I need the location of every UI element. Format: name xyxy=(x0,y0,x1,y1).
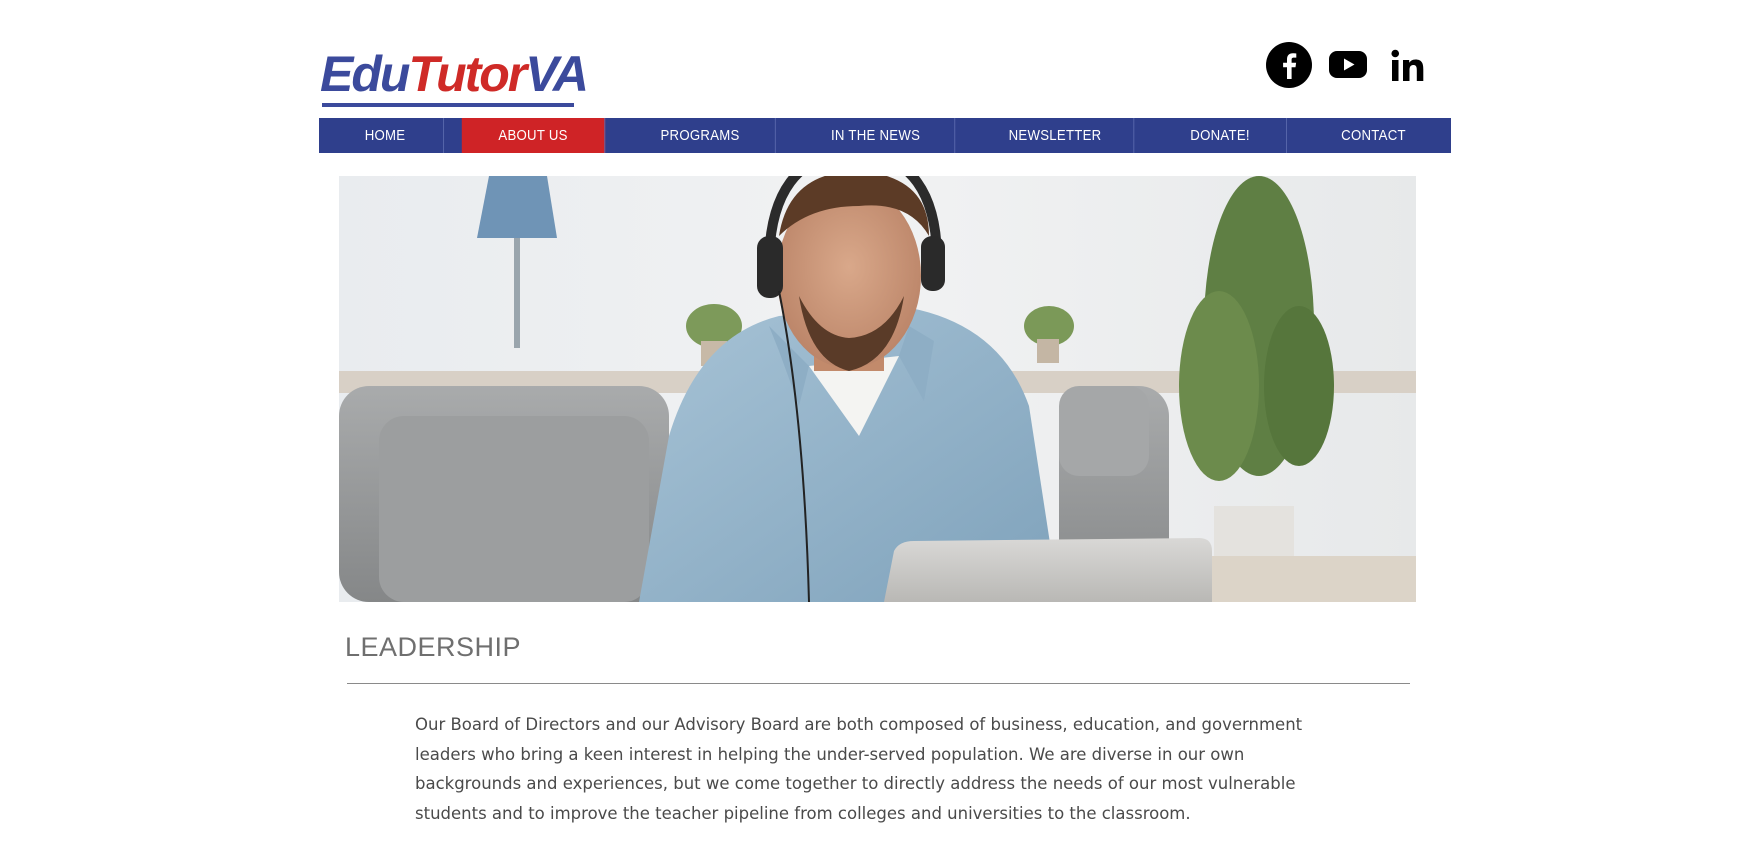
nav-item-in-the-news[interactable]: IN THE NEWS xyxy=(797,118,956,153)
nav-item-label: ABOUT US xyxy=(498,127,568,144)
page: EduTutorVA HOME ABOUT US PROGRAMS IN THE… xyxy=(0,0,1751,846)
logo-va: VA xyxy=(525,46,589,102)
youtube-icon[interactable] xyxy=(1328,46,1368,92)
section-divider xyxy=(347,683,1410,684)
description-line: backgrounds and experiences, but we come… xyxy=(415,774,1296,793)
nav-item-programs[interactable]: PROGRAMS xyxy=(625,118,776,153)
nav-item-label: PROGRAMS xyxy=(660,127,740,144)
nav-item-label: HOME xyxy=(364,127,406,144)
description-line: Our Board of Directors and our Advisory … xyxy=(415,715,1303,734)
nav-item-newsletter[interactable]: NEWSLETTER xyxy=(977,118,1135,153)
nav-item-label: CONTACT xyxy=(1341,127,1406,144)
hero-image xyxy=(339,176,1416,602)
section-heading: LEADERSHIP xyxy=(345,632,522,662)
logo-edu: Edu xyxy=(320,46,410,102)
description-line: students and to improve the teacher pipe… xyxy=(415,803,1191,823)
logo-text: EduTutorVA xyxy=(320,44,589,104)
main-nav: HOME ABOUT US PROGRAMS IN THE NEWS NEWSL… xyxy=(319,118,1451,153)
facebook-icon[interactable] xyxy=(1266,42,1312,88)
nav-item-about-us[interactable]: ABOUT US xyxy=(461,118,606,153)
nav-item-home[interactable]: HOME xyxy=(327,118,445,153)
nav-item-label: IN THE NEWS xyxy=(830,127,921,144)
nav-item-contact[interactable]: CONTACT xyxy=(1305,118,1441,153)
logo-tutor: Tutor xyxy=(408,46,527,102)
nav-item-label: DONATE! xyxy=(1190,127,1250,144)
linkedin-icon[interactable] xyxy=(1390,48,1426,94)
site-logo[interactable]: EduTutorVA xyxy=(320,44,589,110)
leadership-description: Our Board of Directors and our Advisory … xyxy=(415,710,1315,828)
nav-item-donate[interactable]: DONATE! xyxy=(1154,118,1287,153)
logo-underline xyxy=(322,103,574,107)
nav-item-label: NEWSLETTER xyxy=(1008,127,1102,144)
description-line: leaders who bring a keen interest in hel… xyxy=(415,744,1245,764)
